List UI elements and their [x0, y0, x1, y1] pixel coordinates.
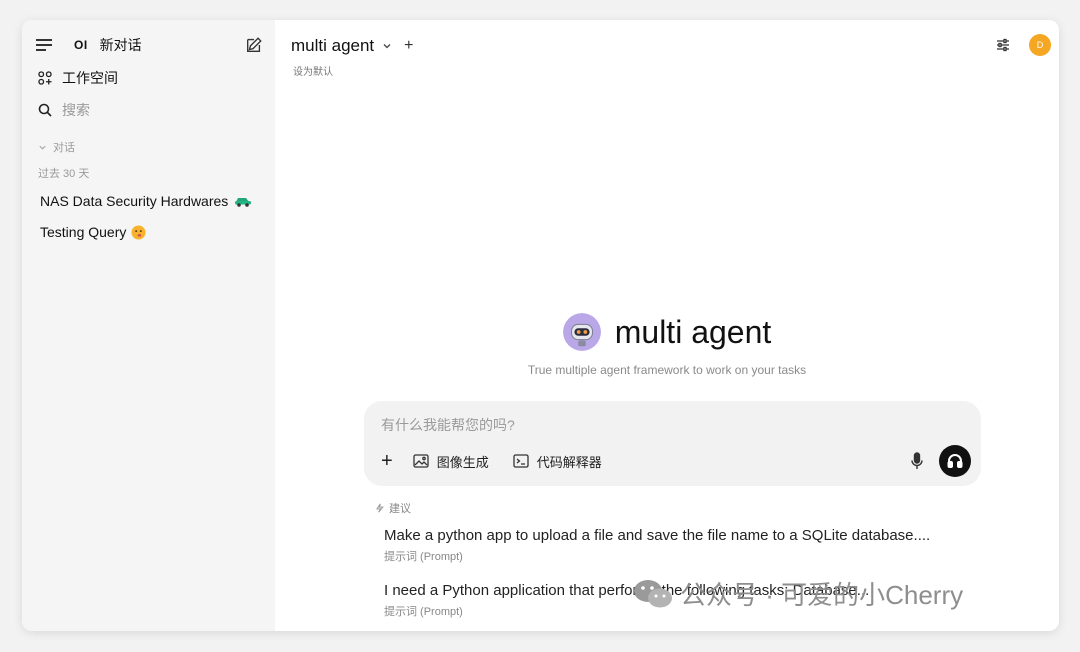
section-chats[interactable]: 对话	[38, 139, 75, 155]
code-interpreter-label: 代码解释器	[536, 454, 602, 470]
sidebar-item-label: 工作空间	[62, 70, 118, 86]
microphone-icon[interactable]	[910, 452, 924, 470]
add-model-button[interactable]: +	[404, 37, 413, 55]
sliders-icon[interactable]	[995, 37, 1011, 53]
composer-tools: + 图像生成 代码解释器	[381, 451, 626, 471]
hero-title: multi agent	[614, 313, 772, 350]
edit-icon[interactable]	[245, 36, 263, 54]
chat-title: NAS Data Security Hardwares	[40, 193, 229, 209]
chat-item[interactable]: NAS Data Security Hardwares	[40, 193, 252, 209]
set-default-link[interactable]: 设为默认	[293, 63, 333, 78]
hero: multi agent	[275, 313, 1059, 351]
chat-composer: + 图像生成 代码解释器	[364, 401, 981, 486]
period-label: 过去 30 天	[38, 165, 89, 181]
main-panel: multi agent + 设为默认 D multi agent True mu…	[275, 20, 1059, 631]
headphones-icon	[947, 454, 963, 468]
section-title: 对话	[53, 142, 75, 154]
robot-avatar-icon	[562, 313, 601, 351]
new-chat-label[interactable]: 新对话	[100, 35, 142, 55]
period-text: 过去 30 天	[38, 168, 90, 180]
app-logo: OI	[74, 38, 88, 52]
attach-button[interactable]: +	[381, 451, 393, 471]
model-selector[interactable]: multi agent +	[291, 36, 414, 56]
chevron-down-icon	[39, 145, 46, 150]
suggestion-item[interactable]: Make a python app to upload a file and s…	[384, 527, 930, 564]
image-gen-label: 图像生成	[436, 454, 489, 470]
model-name: multi agent	[291, 36, 375, 55]
terminal-icon	[513, 454, 529, 468]
avatar[interactable]: D	[1029, 34, 1051, 56]
sidebar-item-workspace[interactable]: 工作空间	[38, 68, 118, 88]
search-input[interactable]: 搜索	[62, 100, 90, 120]
top-right-controls: D	[995, 34, 1051, 56]
voice-call-button[interactable]	[939, 445, 971, 477]
chat-title: Testing Query	[40, 224, 127, 240]
workspace-icon	[38, 71, 52, 85]
suggestions-header: 建议	[375, 500, 411, 516]
wechat-icon	[634, 579, 672, 607]
watermark-text: 公众号 · 可爱的小Cherry	[680, 580, 964, 610]
menu-icon[interactable]	[36, 39, 52, 51]
face-emoji-icon	[131, 224, 146, 240]
sidebar-search[interactable]: 搜索	[38, 100, 90, 120]
chevron-down-icon	[383, 44, 391, 49]
bolt-icon	[376, 503, 384, 513]
suggestions-label: 建议	[389, 503, 411, 515]
chat-input[interactable]	[381, 415, 881, 435]
app-window: OI 新对话 工作空间 搜索 对话 过去 30 天 NAS Data Secur…	[22, 20, 1059, 631]
code-interpreter-button[interactable]: 代码解释器	[513, 452, 602, 471]
image-gen-button[interactable]: 图像生成	[413, 452, 489, 471]
sidebar-header: OI 新对话	[36, 34, 263, 56]
image-icon	[413, 454, 429, 468]
car-emoji-icon	[235, 198, 252, 207]
sidebar: OI 新对话 工作空间 搜索 对话 过去 30 天 NAS Data Secur…	[22, 20, 275, 631]
search-icon	[38, 103, 52, 117]
suggestion-title: Make a python app to upload a file and s…	[384, 527, 931, 544]
chat-item[interactable]: Testing Query	[40, 224, 146, 240]
hero-subtitle: True multiple agent framework to work on…	[527, 363, 807, 377]
watermark: 公众号 · 可爱的小Cherry	[632, 575, 963, 612]
suggestion-type: 提示词 (Prompt)	[384, 551, 463, 563]
